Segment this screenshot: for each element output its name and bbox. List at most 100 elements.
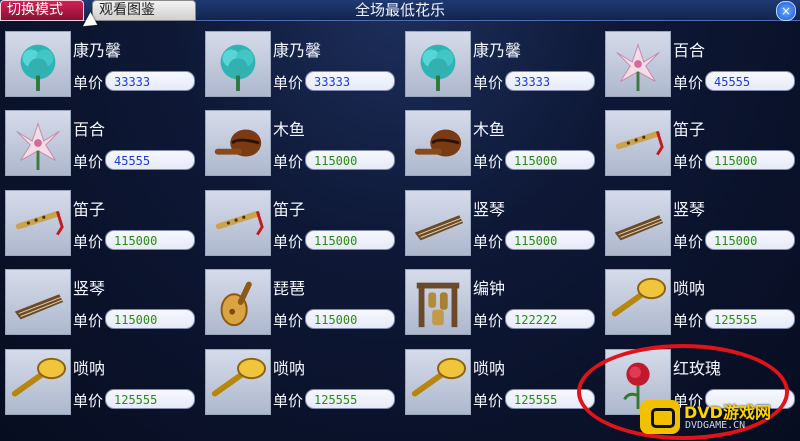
item-name: 康乃馨: [473, 41, 522, 60]
price-label: 单价: [273, 74, 304, 92]
price-label: 单价: [673, 312, 704, 330]
price-label: 单价: [273, 233, 304, 251]
item-name: 百合: [73, 120, 106, 139]
price-label: 单价: [73, 392, 104, 410]
suona-icon[interactable]: [605, 269, 671, 335]
shop-item[interactable]: 康乃馨单价 33333: [205, 31, 395, 99]
shop-panel: 切换模式 观看图鉴 全场最低花乐 × 康乃馨 单价 33333 康乃馨 单价 33333 康…: [0, 0, 800, 441]
shop-item[interactable]: 康乃馨单价 33333: [5, 31, 195, 99]
carnation-icon[interactable]: [5, 31, 71, 97]
price-label: 单价: [73, 74, 104, 92]
shop-item[interactable]: 琵琶单价 115000: [205, 269, 395, 337]
shop-item[interactable]: 笛子 单价 115000: [605, 110, 795, 178]
price-label: 单价: [273, 312, 304, 330]
price-value: 115000: [505, 150, 595, 170]
lily-icon[interactable]: [5, 110, 71, 176]
item-name: 笛子: [273, 200, 306, 219]
shop-item[interactable]: 竖琴 单价 115000: [405, 190, 595, 258]
price-value: 115000: [305, 150, 395, 170]
shop-item[interactable]: 笛子单价 115000: [205, 190, 395, 258]
harp-icon[interactable]: [605, 190, 671, 256]
flute-icon[interactable]: [605, 110, 671, 176]
flute-icon[interactable]: [205, 190, 271, 256]
tab-switch-mode[interactable]: 切换模式: [0, 0, 84, 21]
price-value: 45555: [105, 150, 195, 170]
shop-item[interactable]: 唢呐单价 125555: [605, 269, 795, 337]
price-value: 125555: [105, 389, 195, 409]
price-value: 115000: [105, 309, 195, 329]
item-name: 康乃馨: [273, 41, 322, 60]
price-value: 115000: [305, 309, 395, 329]
item-name: 唢呐: [473, 359, 506, 378]
controller-logo-icon: [640, 400, 680, 434]
suona-icon[interactable]: [5, 349, 71, 415]
price-label: 单价: [673, 74, 704, 92]
tab-view-collection[interactable]: 观看图鉴: [92, 0, 196, 21]
page-title: 全场最低花乐: [354, 1, 445, 19]
item-name: 百合: [673, 41, 706, 60]
shop-item[interactable]: 竖琴单价 115000: [5, 269, 195, 337]
item-name: 康乃馨: [73, 41, 122, 60]
price-value: 122222: [505, 309, 595, 329]
price-label: 单价: [473, 233, 504, 251]
shop-item[interactable]: 唢呐单价 125555: [205, 349, 395, 417]
price-label: 单价: [473, 74, 504, 92]
shop-item[interactable]: 百合单价 45555: [605, 31, 795, 99]
price-value: 45555: [705, 71, 795, 91]
item-name: 唢呐: [73, 359, 106, 378]
item-name: 编钟: [473, 279, 506, 298]
item-name: 琵琶: [273, 279, 306, 298]
item-name: 唢呐: [673, 279, 706, 298]
item-name: 木鱼: [473, 120, 506, 139]
close-button[interactable]: ×: [776, 1, 796, 21]
price-value: 33333: [505, 71, 595, 91]
item-name: 笛子: [73, 200, 106, 219]
item-name: 竖琴: [673, 200, 706, 219]
lily-icon[interactable]: [605, 31, 671, 97]
price-value: 115000: [705, 150, 795, 170]
shop-item[interactable]: 木鱼 单价 115000: [205, 110, 395, 178]
shop-item[interactable]: 唢呐 单价 125555: [405, 349, 595, 417]
shop-item[interactable]: 康乃馨单价 33333: [405, 31, 595, 99]
price-label: 单价: [673, 233, 704, 251]
harp-icon[interactable]: [405, 190, 471, 256]
price-label: 单价: [473, 392, 504, 410]
item-name: 唢呐: [273, 359, 306, 378]
pipa-icon[interactable]: [205, 269, 271, 335]
wooden-fish-icon[interactable]: [205, 110, 271, 176]
price-value: 115000: [305, 230, 395, 250]
shop-item[interactable]: 百合单价 45555: [5, 110, 195, 178]
carnation-icon[interactable]: [405, 31, 471, 97]
price-value: 115000: [105, 230, 195, 250]
suona-icon[interactable]: [205, 349, 271, 415]
price-value: 125555: [305, 389, 395, 409]
price-label: 单价: [73, 233, 104, 251]
top-bar: 切换模式 观看图鉴 全场最低花乐 ×: [0, 0, 800, 21]
price-label: 单价: [673, 153, 704, 171]
shop-item[interactable]: 木鱼单价 115000: [405, 110, 595, 178]
item-name: 木鱼: [273, 120, 306, 139]
chime-bells-icon[interactable]: [405, 269, 471, 335]
shop-item[interactable]: 编钟单价 122222: [405, 269, 595, 337]
price-value: 33333: [305, 71, 395, 91]
price-label: 单价: [273, 392, 304, 410]
flute-icon[interactable]: [5, 190, 71, 256]
price-value: 115000: [705, 230, 795, 250]
item-name: 竖琴: [473, 200, 506, 219]
harp-icon[interactable]: [5, 269, 71, 335]
price-value: 125555: [705, 309, 795, 329]
carnation-icon[interactable]: [205, 31, 271, 97]
price-label: 单价: [473, 153, 504, 171]
wooden-fish-icon[interactable]: [405, 110, 471, 176]
price-label: 单价: [73, 312, 104, 330]
shop-item[interactable]: 笛子单价 115000: [5, 190, 195, 258]
price-label: 单价: [73, 153, 104, 171]
price-label: 单价: [473, 312, 504, 330]
price-value: 33333: [105, 71, 195, 91]
shop-item[interactable]: 竖琴单价 115000: [605, 190, 795, 258]
watermark-subtext: DVDGAME.CN: [685, 420, 746, 431]
shop-item[interactable]: 唢呐单价 125555: [5, 349, 195, 417]
watermark: DVD游戏网 DVDGAME.CN: [640, 398, 800, 438]
item-name: 竖琴: [73, 279, 106, 298]
suona-icon[interactable]: [405, 349, 471, 415]
